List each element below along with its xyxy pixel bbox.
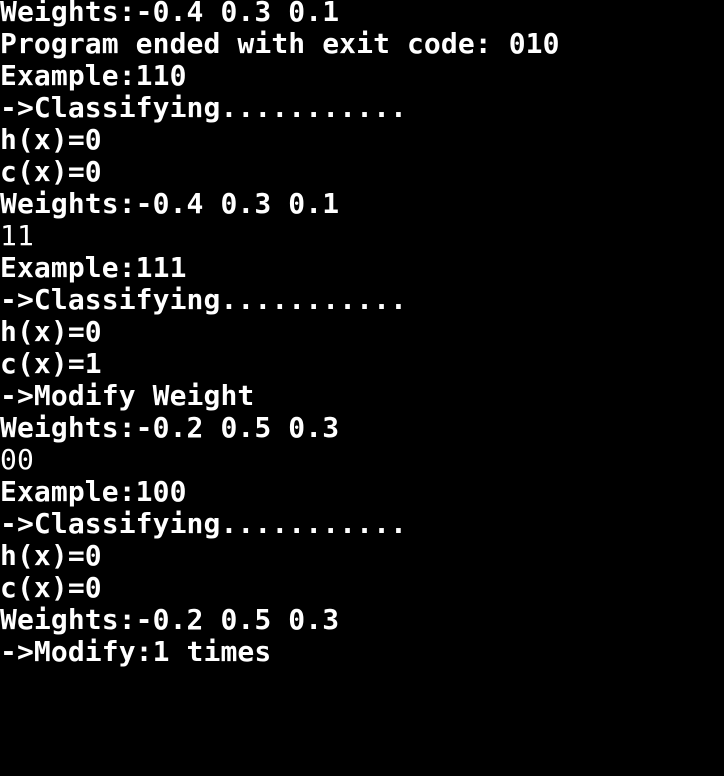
terminal-line-example: Example:100: [0, 475, 187, 508]
terminal-output: Weights:-0.4 0.3 0.1 Program ended with …: [0, 0, 724, 671]
terminal-line-weights: Weights:-0.2 0.5 0.3: [0, 411, 340, 444]
terminal-line-user-input: 11: [0, 219, 34, 252]
terminal-window[interactable]: Weights:-0.4 0.3 0.1 Program ended with …: [0, 0, 724, 773]
terminal-line-hx: h(x)=0: [0, 315, 102, 348]
terminal-line-example: Example:111: [0, 251, 187, 284]
terminal-line-modify-weight: ->Modify Weight: [0, 379, 255, 412]
terminal-line-weights: Weights:-0.4 0.3 0.1: [0, 187, 340, 220]
terminal-line-classifying: ->Classifying...........: [0, 91, 407, 124]
terminal-line-cx: c(x)=0: [0, 155, 102, 188]
terminal-line-example: Example:110: [0, 59, 187, 92]
terminal-line-user-input: 00: [0, 443, 34, 476]
terminal-line-exit-code: Program ended with exit code: 010: [0, 27, 560, 60]
terminal-line-classifying: ->Classifying...........: [0, 507, 407, 540]
terminal-line-hx: h(x)=0: [0, 123, 102, 156]
terminal-line-modify-count: ->Modify:1 times: [0, 635, 272, 668]
terminal-line-classifying: ->Classifying...........: [0, 283, 407, 316]
terminal-line-cx: c(x)=1: [0, 347, 102, 380]
terminal-line-cx: c(x)=0: [0, 571, 102, 604]
terminal-line-weights: Weights:-0.2 0.5 0.3: [0, 603, 340, 636]
terminal-line-hx: h(x)=0: [0, 539, 102, 572]
